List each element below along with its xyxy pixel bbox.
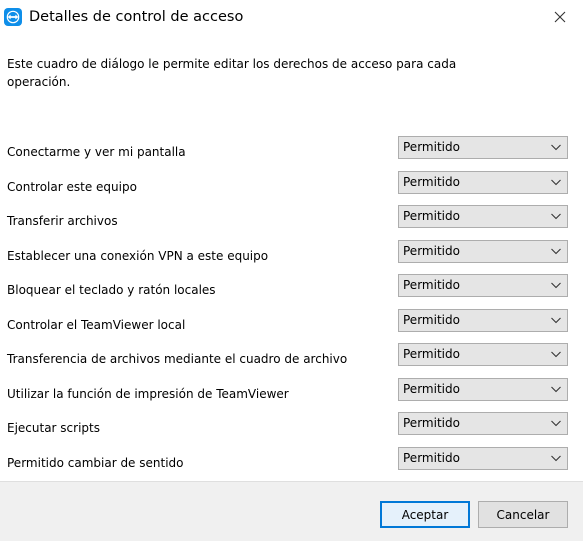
permission-dropdown[interactable]: Permitido — [398, 378, 568, 401]
permission-value: Permitido — [403, 313, 460, 327]
cancel-button[interactable]: Cancelar — [478, 501, 568, 528]
chevron-down-icon — [551, 248, 561, 255]
permission-dropdown[interactable]: Permitido — [398, 447, 568, 470]
permission-dropdown[interactable]: Permitido — [398, 240, 568, 263]
permission-value: Permitido — [403, 175, 460, 189]
permission-value: Permitido — [403, 209, 460, 223]
access-row-label: Bloquear el teclado y ratón locales — [7, 283, 216, 297]
title-bar: Detalles de control de acceso — [0, 0, 583, 36]
chevron-down-icon — [551, 282, 561, 289]
access-row-label: Transferir archivos — [7, 214, 118, 228]
close-icon[interactable] — [548, 6, 572, 28]
permission-value: Permitido — [403, 347, 460, 361]
chevron-down-icon — [551, 213, 561, 220]
permission-dropdown[interactable]: Permitido — [398, 205, 568, 228]
access-row-label: Permitido cambiar de sentido — [7, 456, 184, 470]
permission-dropdown[interactable]: Permitido — [398, 274, 568, 297]
window-title: Detalles de control de acceso — [29, 9, 244, 25]
chevron-down-icon — [551, 317, 561, 324]
teamviewer-logo-icon — [4, 8, 22, 26]
access-row-label: Establecer una conexión VPN a este equip… — [7, 249, 269, 263]
access-row-label: Conectarme y ver mi pantalla — [7, 145, 186, 159]
accept-button[interactable]: Aceptar — [380, 501, 470, 528]
permission-value: Permitido — [403, 451, 460, 465]
access-row-label: Ejecutar scripts — [7, 421, 100, 435]
permission-dropdown[interactable]: Permitido — [398, 309, 568, 332]
permission-value: Permitido — [403, 140, 460, 154]
chevron-down-icon — [551, 179, 561, 186]
permission-value: Permitido — [403, 278, 460, 292]
chevron-down-icon — [551, 386, 561, 393]
chevron-down-icon — [551, 351, 561, 358]
access-row-label: Controlar este equipo — [7, 180, 137, 194]
permission-dropdown[interactable]: Permitido — [398, 171, 568, 194]
access-row-label: Controlar el TeamViewer local — [7, 318, 186, 332]
chevron-down-icon — [551, 420, 561, 427]
permission-dropdown[interactable]: Permitido — [398, 343, 568, 366]
permission-value: Permitido — [403, 416, 460, 430]
chevron-down-icon — [551, 455, 561, 462]
permission-dropdown[interactable]: Permitido — [398, 412, 568, 435]
permission-dropdown[interactable]: Permitido — [398, 136, 568, 159]
permission-value: Permitido — [403, 244, 460, 258]
dialog-footer: Aceptar Cancelar — [0, 481, 583, 541]
access-row-label: Transferencia de archivos mediante el cu… — [7, 352, 348, 366]
permission-value: Permitido — [403, 382, 460, 396]
chevron-down-icon — [551, 144, 561, 151]
dialog-description: Este cuadro de diálogo le permite editar… — [7, 57, 457, 89]
access-row-label: Utilizar la función de impresión de Team… — [7, 387, 289, 401]
